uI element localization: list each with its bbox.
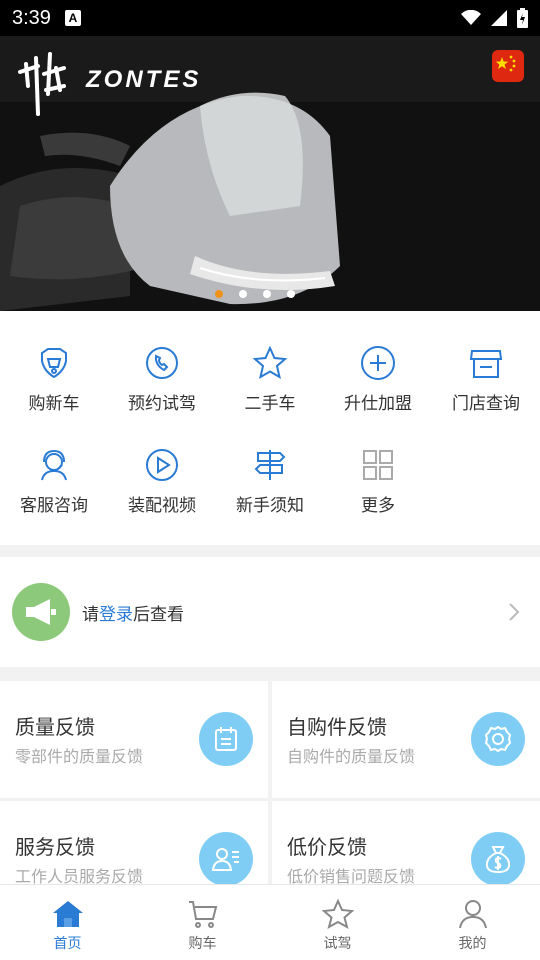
card-self-purchased-feedback[interactable]: 自购件反馈 自购件的质量反馈 <box>272 681 540 798</box>
card-quality-feedback[interactable]: 质量反馈 零部件的质量反馈 <box>0 681 268 798</box>
menu-label: 装配视频 <box>128 496 196 516</box>
status-bar: 3:39 A <box>0 0 540 36</box>
card-title: 服务反馈 <box>15 835 95 859</box>
tab-test-drive[interactable]: 试驾 <box>270 885 405 960</box>
user-icon <box>458 900 487 929</box>
menu-label: 门店查询 <box>452 394 520 414</box>
chevron-right-icon <box>509 603 520 621</box>
plus-circle-icon <box>358 343 398 383</box>
carousel-dot-4[interactable] <box>287 290 295 298</box>
store-icon <box>466 343 506 383</box>
notice-prefix: 请 <box>82 604 99 625</box>
menu-label: 更多 <box>361 496 395 516</box>
megaphone-icon <box>12 583 70 641</box>
tab-mine[interactable]: 我的 <box>405 885 540 960</box>
menu-item-assembly-video[interactable]: 装配视频 <box>108 445 216 516</box>
phone-icon <box>142 343 182 383</box>
menu-item-buy-new[interactable]: 购新车 <box>0 343 108 414</box>
menu-item-more[interactable]: 更多 <box>324 445 432 516</box>
calendar-icon <box>199 712 253 766</box>
menu-label: 新手须知 <box>236 496 304 516</box>
battery-icon <box>517 8 528 28</box>
carousel-dot-1[interactable] <box>215 290 223 298</box>
menu-label: 二手车 <box>244 394 296 414</box>
card-subtitle: 自购件的质量反馈 <box>287 747 416 766</box>
signpost-icon <box>250 445 290 485</box>
menu-label: 升仕加盟 <box>344 394 412 414</box>
gear-icon <box>471 712 525 766</box>
menu-item-test-drive-booking[interactable]: 预约试驾 <box>108 343 216 414</box>
menu-item-customer-service[interactable]: 客服咨询 <box>0 445 108 516</box>
cart-icon <box>188 901 217 928</box>
play-icon <box>142 445 182 485</box>
brand-logo: ZONTES <box>16 44 201 116</box>
carousel-dot-2[interactable] <box>239 290 247 298</box>
quick-menu: 购新车 预约试驾 二手车 升仕加盟 门店查询 客服咨询 装配视频 新手须知 更多 <box>0 311 540 545</box>
notice-suffix: 后查看 <box>133 604 184 625</box>
notice-text: 请登录后查看 <box>82 600 184 625</box>
bottom-tab-bar: 首页 购车 试驾 我的 <box>0 884 540 960</box>
star-icon <box>321 899 354 929</box>
brand-name: ZONTES <box>86 66 202 93</box>
carousel-dots <box>0 290 540 298</box>
notification-a-icon: A <box>64 10 81 26</box>
motorcycle-front-icon <box>34 343 74 383</box>
menu-label: 购新车 <box>28 394 80 414</box>
wifi-icon <box>461 10 481 25</box>
menu-item-store-search[interactable]: 门店查询 <box>432 343 540 414</box>
menu-label: 预约试驾 <box>128 394 196 414</box>
login-link[interactable]: 登录 <box>99 605 133 625</box>
card-title: 低价反馈 <box>287 835 367 859</box>
tab-label: 试驾 <box>323 936 352 952</box>
home-icon <box>52 901 83 927</box>
tab-label: 我的 <box>458 936 487 952</box>
menu-item-franchise[interactable]: 升仕加盟 <box>324 343 432 414</box>
status-time: 3:39 <box>12 6 51 29</box>
flag-stars <box>495 55 516 72</box>
signal-icon <box>491 10 507 26</box>
tab-home[interactable]: 首页 <box>0 885 135 960</box>
tab-cart[interactable]: 购车 <box>135 885 270 960</box>
person-card-icon <box>199 832 253 886</box>
card-title: 质量反馈 <box>15 715 95 739</box>
tab-label: 购车 <box>188 936 217 952</box>
tab-label: 首页 <box>53 936 82 952</box>
menu-label: 客服咨询 <box>20 496 88 516</box>
carousel-dot-3[interactable] <box>263 290 271 298</box>
login-notice[interactable]: 请登录后查看 <box>0 557 540 667</box>
china-flag-icon[interactable] <box>492 50 524 82</box>
grid-icon <box>358 445 398 485</box>
menu-item-used-car[interactable]: 二手车 <box>216 343 324 414</box>
hero-banner[interactable]: ZONTES <box>0 36 540 311</box>
money-bag-icon <box>471 832 525 886</box>
card-title: 自购件反馈 <box>287 715 387 739</box>
star-icon <box>250 343 290 383</box>
card-subtitle: 零部件的质量反馈 <box>15 747 144 766</box>
headset-icon <box>34 445 74 485</box>
menu-item-beginner-guide[interactable]: 新手须知 <box>216 445 324 516</box>
shengshi-logo-icon <box>18 52 66 116</box>
